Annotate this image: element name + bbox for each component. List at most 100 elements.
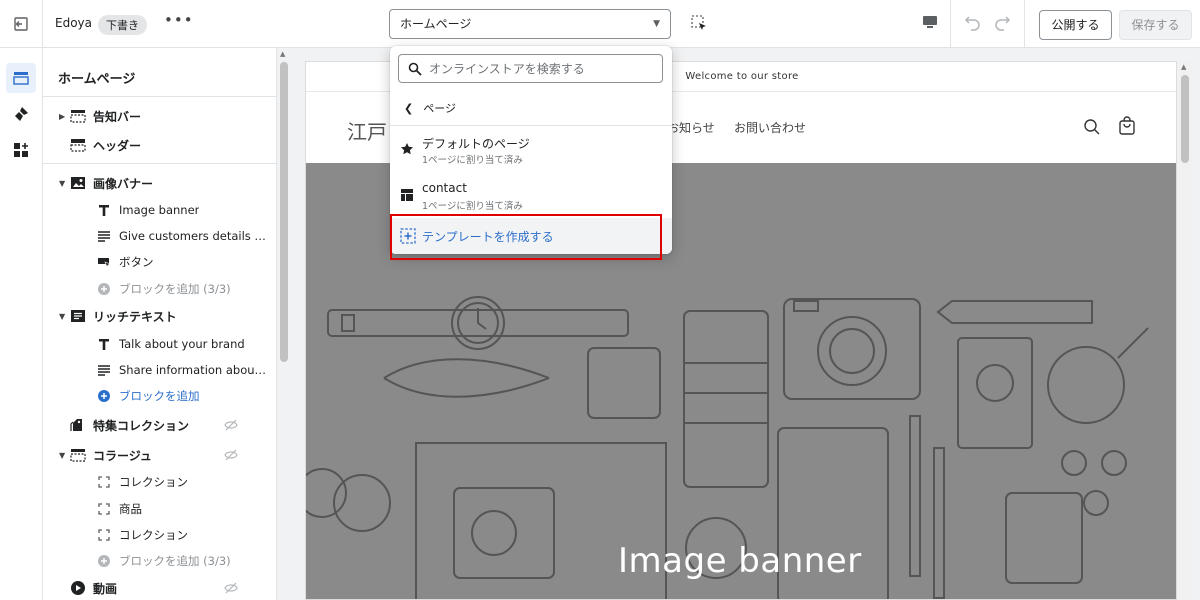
- block-label: Give customers details abo...: [119, 229, 269, 243]
- add-block-label: ブロックを追加: [119, 389, 200, 403]
- section-label: ヘッダー: [93, 138, 142, 153]
- divider: [1024, 0, 1025, 48]
- template-subtitle: 1ページに割り当て済み: [422, 201, 523, 212]
- add-circle-icon: [95, 552, 113, 570]
- section-featured-collection[interactable]: 特集コレクション: [43, 412, 276, 438]
- scrollbar-thumb[interactable]: [1181, 75, 1189, 163]
- save-button[interactable]: 保存する: [1119, 10, 1192, 40]
- inspector-button[interactable]: [690, 14, 708, 35]
- block-collage-collection[interactable]: コレクション: [43, 469, 276, 495]
- eye-hidden-icon[interactable]: [224, 581, 238, 598]
- section-label: 特集コレクション: [93, 418, 190, 433]
- chevron-right-icon: ▶: [59, 111, 66, 121]
- add-block-label: ブロックを追加 (3/3): [119, 554, 231, 568]
- sidebar-title: ホームページ: [58, 72, 136, 87]
- nav-link-contact[interactable]: お問い合わせ: [734, 119, 806, 136]
- cart-icon[interactable]: [1117, 116, 1137, 139]
- caret-down-icon: ▼: [653, 19, 660, 29]
- template-layout-icon: [400, 188, 414, 205]
- paint-brush-icon: [15, 107, 28, 121]
- nav-link-news[interactable]: お知らせ: [667, 119, 715, 136]
- section-label: 動画: [93, 581, 118, 596]
- block-rich-text-text[interactable]: Share information about yo...: [43, 357, 276, 383]
- back-to-pages-button[interactable]: ❮ ページ: [390, 94, 672, 122]
- section-image-banner[interactable]: ▼ 画像バナー: [43, 170, 276, 196]
- chevron-left-icon: ❮: [404, 101, 414, 115]
- eye-hidden-icon[interactable]: [224, 418, 238, 435]
- add-block-rich-text[interactable]: ブロックを追加: [43, 383, 276, 409]
- store-name: Edoya: [55, 16, 92, 30]
- section-video[interactable]: 動画: [43, 575, 276, 600]
- star-icon: [400, 142, 414, 159]
- block-rich-text-heading[interactable]: Talk about your brand: [43, 331, 276, 357]
- frame-icon: [95, 473, 113, 491]
- desktop-icon: [923, 16, 937, 28]
- text-heading-icon: [95, 335, 113, 353]
- add-block-image-banner[interactable]: ブロックを追加 (3/3): [43, 276, 276, 302]
- page-selector[interactable]: ホームページ ▼: [389, 9, 671, 39]
- scroll-up-icon[interactable]: ▲: [280, 50, 285, 58]
- template-title: contact: [422, 181, 467, 195]
- theme-settings-tab[interactable]: [6, 99, 36, 129]
- sidebar-scrollbar[interactable]: ▲: [276, 48, 290, 600]
- template-item-contact[interactable]: contact 1ページに割り当て済み: [390, 174, 672, 218]
- status-badge: 下書き: [98, 15, 147, 35]
- preview-scrollbar[interactable]: ▲: [1177, 61, 1193, 600]
- redo-button[interactable]: [992, 12, 1012, 35]
- block-image-banner-button[interactable]: ボタン: [43, 249, 276, 275]
- search-icon: [408, 62, 422, 79]
- block-collage-collection-2[interactable]: コレクション: [43, 522, 276, 548]
- more-actions-button[interactable]: •••: [164, 11, 194, 29]
- template-item-default[interactable]: デフォルトのページ 1ページに割り当て済み: [390, 128, 672, 172]
- create-template-button[interactable]: テンプレートを作成する: [390, 218, 672, 254]
- rich-text-icon: [69, 307, 87, 325]
- undo-button[interactable]: [963, 12, 983, 35]
- scrollbar-thumb[interactable]: [280, 62, 288, 362]
- publish-button[interactable]: 公開する: [1039, 10, 1112, 40]
- sections-sidebar: ホームページ ▶ 告知バー ヘッダー ▼ 画像バナー Image banner …: [43, 48, 276, 600]
- block-collage-product[interactable]: 商品: [43, 496, 276, 522]
- divider: [950, 0, 951, 48]
- block-image-banner-heading[interactable]: Image banner: [43, 197, 276, 223]
- play-circle-icon: [69, 579, 87, 597]
- undo-icon: [964, 16, 980, 31]
- banner-heading: Image banner: [618, 541, 862, 581]
- inspector-cursor-icon: [691, 15, 706, 30]
- desktop-view-button[interactable]: [921, 14, 939, 33]
- block-label: Share information about yo...: [119, 363, 269, 377]
- announcement-bar-icon: [69, 107, 87, 125]
- chevron-down-icon: ▼: [59, 311, 66, 321]
- section-label: 画像バナー: [93, 176, 154, 191]
- block-label: Image banner: [119, 203, 200, 217]
- redo-icon: [995, 16, 1011, 31]
- collection-icon: [69, 416, 87, 434]
- section-rich-text[interactable]: ▼ リッチテキスト: [43, 303, 276, 329]
- scroll-up-icon[interactable]: ▲: [1181, 63, 1186, 71]
- section-announcement-bar[interactable]: ▶ 告知バー: [43, 103, 276, 129]
- eye-hidden-icon[interactable]: [224, 448, 238, 465]
- divider: [390, 125, 672, 126]
- sections-icon: [13, 72, 29, 85]
- section-label: コラージュ: [93, 448, 152, 463]
- text-paragraph-icon: [95, 227, 113, 245]
- collage-icon: [69, 446, 87, 464]
- search-input[interactable]: [429, 59, 654, 79]
- create-template-label: テンプレートを作成する: [422, 230, 554, 244]
- block-image-banner-text[interactable]: Give customers details abo...: [43, 223, 276, 249]
- block-label: Talk about your brand: [119, 337, 245, 351]
- sections-tab[interactable]: [6, 63, 36, 93]
- frame-icon: [95, 526, 113, 544]
- divider: [43, 163, 276, 164]
- section-collage[interactable]: ▼ コラージュ: [43, 442, 276, 468]
- exit-button[interactable]: [0, 0, 43, 48]
- apps-tab[interactable]: [6, 135, 36, 165]
- search-icon[interactable]: [1083, 118, 1101, 139]
- section-label: 告知バー: [93, 109, 142, 124]
- search-field[interactable]: [398, 54, 663, 83]
- text-paragraph-icon: [95, 361, 113, 379]
- frame-icon: [95, 500, 113, 518]
- store-logo[interactable]: 江戸: [347, 116, 387, 145]
- add-block-collage[interactable]: ブロックを追加 (3/3): [43, 548, 276, 574]
- icon-rail: [0, 48, 43, 600]
- section-header[interactable]: ヘッダー: [43, 132, 276, 158]
